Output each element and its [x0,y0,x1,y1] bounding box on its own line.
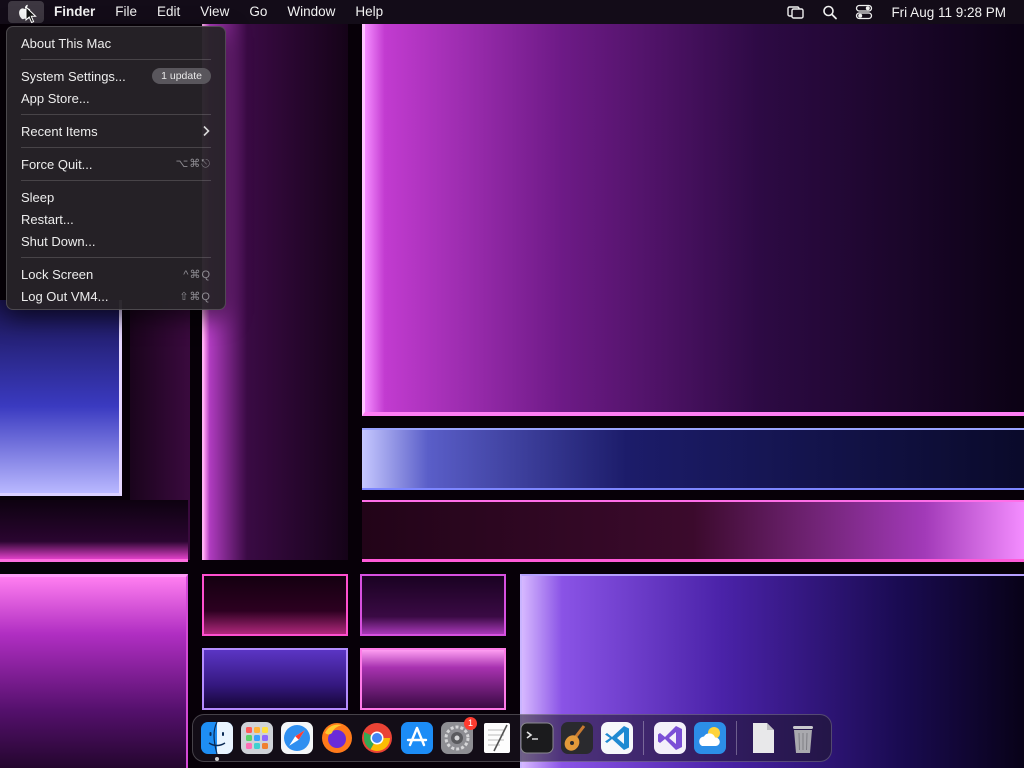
menu-app-name[interactable]: Finder [44,0,105,24]
dock-system-settings[interactable]: 1 [440,717,477,755]
wallpaper-pane [0,574,188,768]
menu-item-label: Lock Screen [21,266,94,282]
wallpaper-pane [362,500,1024,562]
wallpaper-pane [202,648,348,710]
menu-item-label: Shut Down... [21,233,96,249]
keyboard-shortcut: ⇧⌘Q [179,290,211,303]
dock-textedit[interactable] [480,721,514,755]
dock: 1 [192,714,832,762]
keyboard-shortcut: ^⌘Q [183,268,211,281]
wallpaper-pane [362,428,1024,490]
dock-chrome[interactable] [360,721,394,755]
menu-item-log-out[interactable]: Log Out VM4... ⇧⌘Q [7,285,225,307]
menu-item-label: Force Quit... [21,156,93,172]
dock-terminal[interactable] [520,721,554,755]
wallpaper-pane [360,648,506,710]
menu-item-label: Restart... [21,211,74,227]
trash-icon [793,726,813,753]
notification-badge: 1 [464,717,477,730]
dock-document[interactable] [746,721,780,755]
menu-item-sleep[interactable]: Sleep [7,186,225,208]
safari-icon [281,722,313,754]
finder-icon [201,721,233,755]
menu-item-label: Recent Items [21,123,98,139]
menu-help[interactable]: Help [345,0,393,24]
dock-separator [643,721,644,755]
chrome-icon [362,723,392,753]
dock-vscode[interactable] [600,721,634,755]
document-icon [753,723,774,753]
menu-go[interactable]: Go [239,0,277,24]
menu-item-lock-screen[interactable]: Lock Screen ^⌘Q [7,263,225,285]
weather-icon [694,722,726,754]
menu-item-label: About This Mac [21,35,112,51]
dock-firefox[interactable] [320,721,354,755]
running-indicator [215,757,219,761]
menubar-clock[interactable]: Fri Aug 11 9:28 PM [891,5,1006,20]
dock-trash[interactable] [786,721,820,755]
menu-bar: Finder File Edit View Go Window Help Fri… [0,0,1024,24]
update-badge: 1 update [152,68,211,84]
control-center-icon[interactable] [855,4,873,20]
menu-item-label: App Store... [21,90,90,106]
menu-separator [21,180,211,181]
menu-item-label: System Settings... [21,68,126,84]
terminal-icon [520,722,554,754]
wallpaper-pane [0,300,122,496]
wallpaper-pane [362,24,1024,416]
keyboard-shortcut: ⌥⌘⎋ [175,158,211,170]
apple-menu-dropdown: About This Mac System Settings... 1 upda… [6,26,226,310]
vscode-icon [601,722,633,754]
dock-safari[interactable] [280,721,314,755]
launchpad-icon [241,722,273,754]
menu-item-system-settings[interactable]: System Settings... 1 update [7,65,225,87]
menu-item-label: Sleep [21,189,55,205]
textedit-icon [484,723,510,753]
menu-edit[interactable]: Edit [147,0,190,24]
search-icon[interactable] [821,4,839,20]
dock-finder[interactable] [200,721,234,761]
chevron-right-icon [203,125,210,137]
dock-visual-studio[interactable] [653,721,687,755]
menu-separator [21,257,211,258]
menu-separator [21,59,211,60]
firefox-icon [322,723,352,753]
menu-separator [21,147,211,148]
wallpaper-pane [360,574,506,636]
status-area: Fri Aug 11 9:28 PM [779,4,1024,20]
garageband-icon [561,722,593,754]
visual-studio-icon [654,722,686,754]
dock-separator [736,721,737,755]
menu-separator [21,114,211,115]
dock-app-store[interactable] [400,721,434,755]
menu-item-shut-down[interactable]: Shut Down... [7,230,225,252]
mouse-cursor-icon [25,6,37,24]
app-store-icon [401,722,433,754]
menu-view[interactable]: View [190,0,239,24]
menu-item-app-store[interactable]: App Store... [7,87,225,109]
menu-item-label: Log Out VM4... [21,288,109,304]
menu-item-restart[interactable]: Restart... [7,208,225,230]
dock-garageband[interactable] [560,721,594,755]
menu-window[interactable]: Window [277,0,345,24]
menu-item-force-quit[interactable]: Force Quit... ⌥⌘⎋ [7,153,225,175]
dock-launchpad[interactable] [240,721,274,755]
screen-mirroring-icon[interactable] [787,4,805,20]
wallpaper-pane [202,574,348,636]
menu-item-about-this-mac[interactable]: About This Mac [7,32,225,54]
dock-weather[interactable] [693,721,727,755]
menu-file[interactable]: File [105,0,147,24]
menu-item-recent-items[interactable]: Recent Items [7,120,225,142]
wallpaper-pane [0,500,188,562]
